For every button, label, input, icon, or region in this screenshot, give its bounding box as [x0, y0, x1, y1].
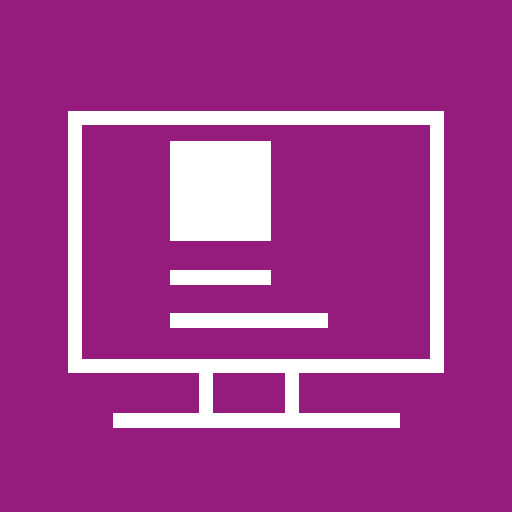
- monitor-base: [113, 413, 400, 428]
- desktop-monitor-icon: [0, 0, 512, 512]
- text-line-short: [170, 270, 271, 285]
- monitor-stand-right-leg: [285, 366, 299, 415]
- monitor-stand-left-leg: [199, 366, 213, 415]
- text-line-long: [170, 313, 328, 328]
- image-placeholder-block: [170, 141, 271, 241]
- app-icon-tile: [0, 0, 512, 512]
